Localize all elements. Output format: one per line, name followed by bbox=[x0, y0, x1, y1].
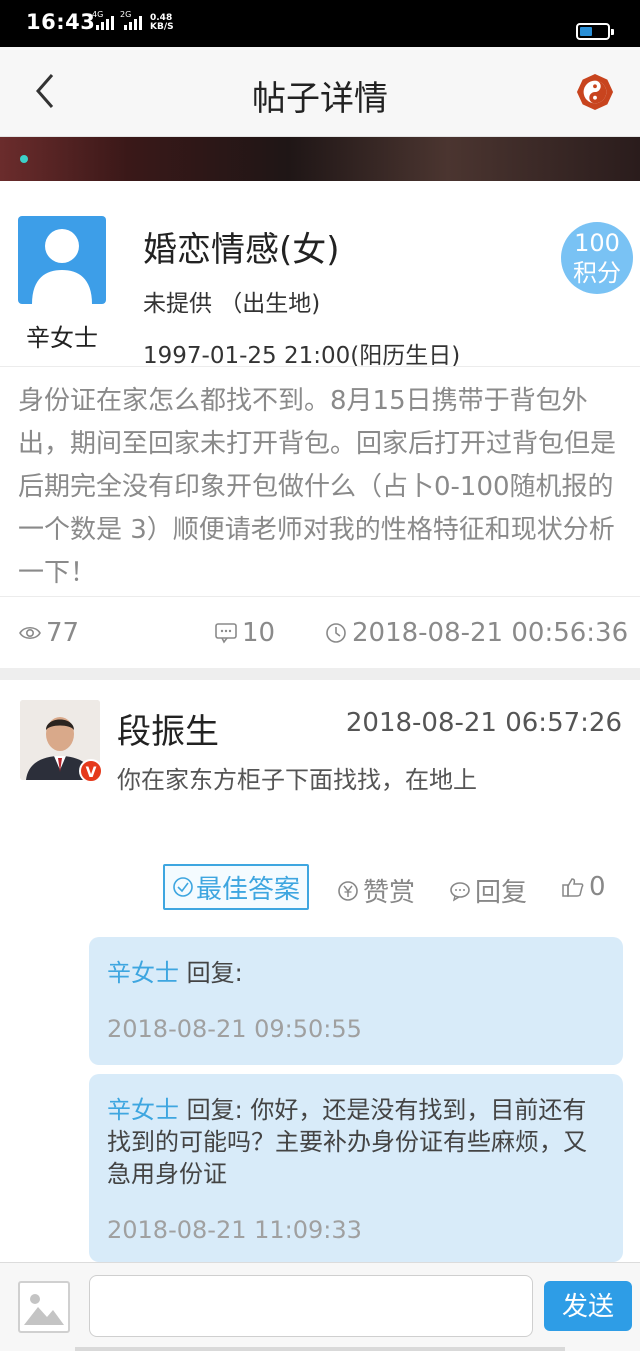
post-time-stat: 2018-08-21 00:56:36 bbox=[324, 618, 628, 648]
post-stats: 77 10 2018-08-21 00:56:36 bbox=[0, 612, 640, 658]
answer-content: 你在家东方柜子下面找找，在地上 bbox=[117, 766, 477, 794]
reply-button[interactable]: 回复 bbox=[449, 872, 527, 909]
reply-text: 辛女士 回复: 你好，还是没有找到，目前还有找到的可能吗？主要补办身份证有些麻烦… bbox=[107, 1096, 587, 1188]
like-button[interactable]: 0 bbox=[561, 872, 606, 902]
comment-icon bbox=[215, 623, 237, 644]
reward-button[interactable]: 赞赏 bbox=[337, 872, 415, 909]
signal-4g-icon: 4G bbox=[92, 10, 114, 33]
check-circle-icon bbox=[173, 877, 193, 897]
author-name[interactable]: 辛女士 bbox=[18, 318, 106, 353]
answer-time: 2018-08-21 06:57:26 bbox=[345, 708, 622, 738]
reply-card[interactable]: 辛女士 回复: 2018-08-21 09:50:55 bbox=[89, 937, 623, 1065]
divider bbox=[0, 596, 640, 597]
eye-icon bbox=[19, 626, 41, 640]
best-answer-button[interactable]: 最佳答案 bbox=[163, 864, 309, 910]
reply-author[interactable]: 辛女士 bbox=[107, 959, 179, 987]
yin-yang-icon[interactable] bbox=[576, 73, 614, 111]
answer-actions: 最佳答案 赞赏 回复 0 bbox=[0, 864, 640, 912]
post-body: 身份证在家怎么都找不到。8月15日携带于背包外出，期间至回家未打开背包。回家后打… bbox=[18, 386, 617, 588]
divider bbox=[0, 366, 640, 367]
image-picker-button[interactable] bbox=[18, 1281, 70, 1333]
reply-time: 2018-08-21 09:50:55 bbox=[107, 1015, 362, 1043]
views-stat: 77 bbox=[18, 618, 79, 648]
signal-2g-icon: 2G bbox=[120, 10, 142, 33]
send-button[interactable]: 发送 bbox=[544, 1281, 632, 1331]
yen-icon bbox=[338, 880, 358, 901]
net-speed: 0.48 KB/S bbox=[150, 13, 174, 32]
battery-icon bbox=[576, 23, 614, 40]
banner-indicator-dot bbox=[20, 155, 28, 163]
reply-text: 辛女士 回复: bbox=[107, 959, 243, 987]
section-separator bbox=[0, 668, 640, 680]
message-input[interactable] bbox=[89, 1275, 533, 1337]
banner-image[interactable] bbox=[0, 137, 640, 181]
comments-stat: 10 bbox=[214, 618, 275, 648]
clock-icon bbox=[326, 623, 346, 643]
thumbs-up-icon bbox=[562, 878, 584, 897]
birthplace: 未提供 （出生地) bbox=[143, 291, 321, 317]
avatar[interactable] bbox=[18, 216, 106, 304]
reply-author[interactable]: 辛女士 bbox=[107, 1096, 179, 1124]
reply-card[interactable]: 辛女士 回复: 你好，还是没有找到，目前还有找到的可能吗？主要补办身份证有些麻烦… bbox=[89, 1074, 623, 1262]
image-icon bbox=[24, 1294, 64, 1325]
clock: 16:43 bbox=[26, 10, 96, 34]
chat-bubble-icon bbox=[450, 881, 470, 901]
post-category: 婚恋情感(女) bbox=[143, 230, 340, 270]
verified-badge-icon: V bbox=[79, 759, 103, 783]
reply-time: 2018-08-21 11:09:33 bbox=[107, 1216, 362, 1244]
user-avatar-icon bbox=[32, 229, 92, 304]
composer-bar: 发送 bbox=[0, 1262, 640, 1351]
answerer-name[interactable]: 段振生 bbox=[117, 704, 219, 753]
page-title: 帖子详情 bbox=[252, 79, 388, 119]
home-indicator bbox=[75, 1347, 565, 1351]
status-bar: 16:43 4G 2G 0.48 KB/S bbox=[0, 0, 640, 47]
nav-bar: 帖子详情 bbox=[0, 47, 640, 137]
birthday: 1997-01-25 21:00(阳历生日) bbox=[143, 343, 461, 369]
points-badge: 100 积分 bbox=[561, 222, 633, 294]
